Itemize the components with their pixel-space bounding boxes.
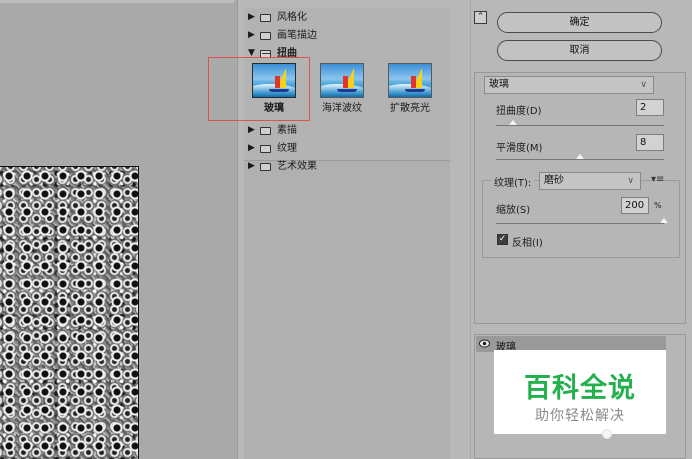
sailboat-sail [411, 76, 416, 88]
smoothness-slider-thumb[interactable] [576, 154, 584, 159]
scale-slider-track[interactable] [496, 223, 664, 224]
collapsed-arrow-icon[interactable]: ▶ [248, 9, 256, 26]
distortion-label: 扭曲度(D) [496, 106, 542, 117]
category-label: 素描 [277, 125, 297, 136]
folder-icon [260, 13, 271, 22]
preview-top-border [0, 0, 234, 3]
texture-menu-icon[interactable]: ▾≡ [651, 174, 664, 185]
collapsed-arrow-icon[interactable]: ▶ [248, 158, 256, 175]
filter-gallery-empty-area [244, 160, 450, 459]
folder-icon [260, 162, 271, 171]
invert-checkbox[interactable]: ✓ [497, 234, 508, 245]
category-label: 艺术效果 [277, 161, 317, 172]
thumbnail-label-ocean-ripple: 海洋波纹 [322, 103, 362, 114]
filter-preview-image[interactable] [0, 166, 139, 459]
scale-input[interactable]: 200 [621, 197, 649, 214]
filter-select[interactable]: 玻璃 ∨ [484, 76, 654, 94]
watermark-title: 百科全说 [524, 373, 636, 404]
smoothness-input[interactable]: 8 [636, 134, 664, 151]
sailboat-hull [337, 89, 357, 92]
smoothness-label: 平滑度(M) [496, 143, 543, 154]
distortion-slider-track[interactable] [496, 125, 664, 126]
filter-select-value: 玻璃 [489, 79, 509, 90]
folder-icon [260, 31, 271, 40]
collapse-gallery-button[interactable]: ⌃ [474, 11, 487, 24]
ok-button[interactable]: 确定 [497, 12, 662, 33]
thumbnail-label-diffuse-glow: 扩散亮光 [390, 103, 430, 114]
category-brush-strokes[interactable]: ▶ 画笔描边 [248, 27, 317, 44]
collapsed-arrow-icon[interactable]: ▶ [248, 27, 256, 44]
filter-thumbnail-ocean-ripple[interactable] [320, 63, 364, 98]
category-label: 风格化 [277, 12, 307, 23]
texture-select[interactable]: 磨砂 ∨ [539, 172, 641, 190]
eye-icon[interactable] [479, 339, 490, 348]
folder-icon [260, 126, 271, 135]
category-stylize[interactable]: ▶ 风格化 [248, 9, 307, 26]
sailboat-sail [343, 76, 348, 88]
chevron-down-icon: ∨ [627, 176, 634, 186]
scale-slider-thumb[interactable] [660, 218, 668, 223]
smoothness-slider-track[interactable] [496, 159, 664, 160]
category-artistic[interactable]: ▶ 艺术效果 [248, 158, 317, 175]
collapsed-arrow-icon[interactable]: ▶ [248, 140, 256, 157]
category-texture[interactable]: ▶ 纹理 [248, 140, 297, 157]
filter-thumbnail-diffuse-glow[interactable] [388, 63, 432, 98]
sailboat-hull [405, 89, 425, 92]
texture-select-value: 磨砂 [544, 175, 564, 186]
highlight-annotation-box [208, 57, 310, 121]
category-label: 画笔描边 [277, 30, 317, 41]
folder-icon [260, 144, 271, 153]
texture-label: 纹理(T): [491, 174, 535, 189]
category-label: 纹理 [277, 143, 297, 154]
scale-unit: % [654, 201, 662, 210]
cancel-button[interactable]: 取消 [497, 40, 662, 61]
collapsed-arrow-icon[interactable]: ▶ [248, 122, 256, 139]
watermark-subtitle: 助你轻松解决 [535, 408, 625, 424]
distortion-input[interactable]: 2 [636, 99, 664, 116]
distortion-slider-thumb[interactable] [508, 120, 517, 125]
invert-label: 反相(I) [512, 238, 543, 249]
watermark-dot [602, 429, 612, 439]
chevron-down-icon: ∨ [640, 80, 647, 90]
scale-label: 缩放(S) [496, 205, 531, 216]
category-sketch[interactable]: ▶ 素描 [248, 122, 297, 139]
